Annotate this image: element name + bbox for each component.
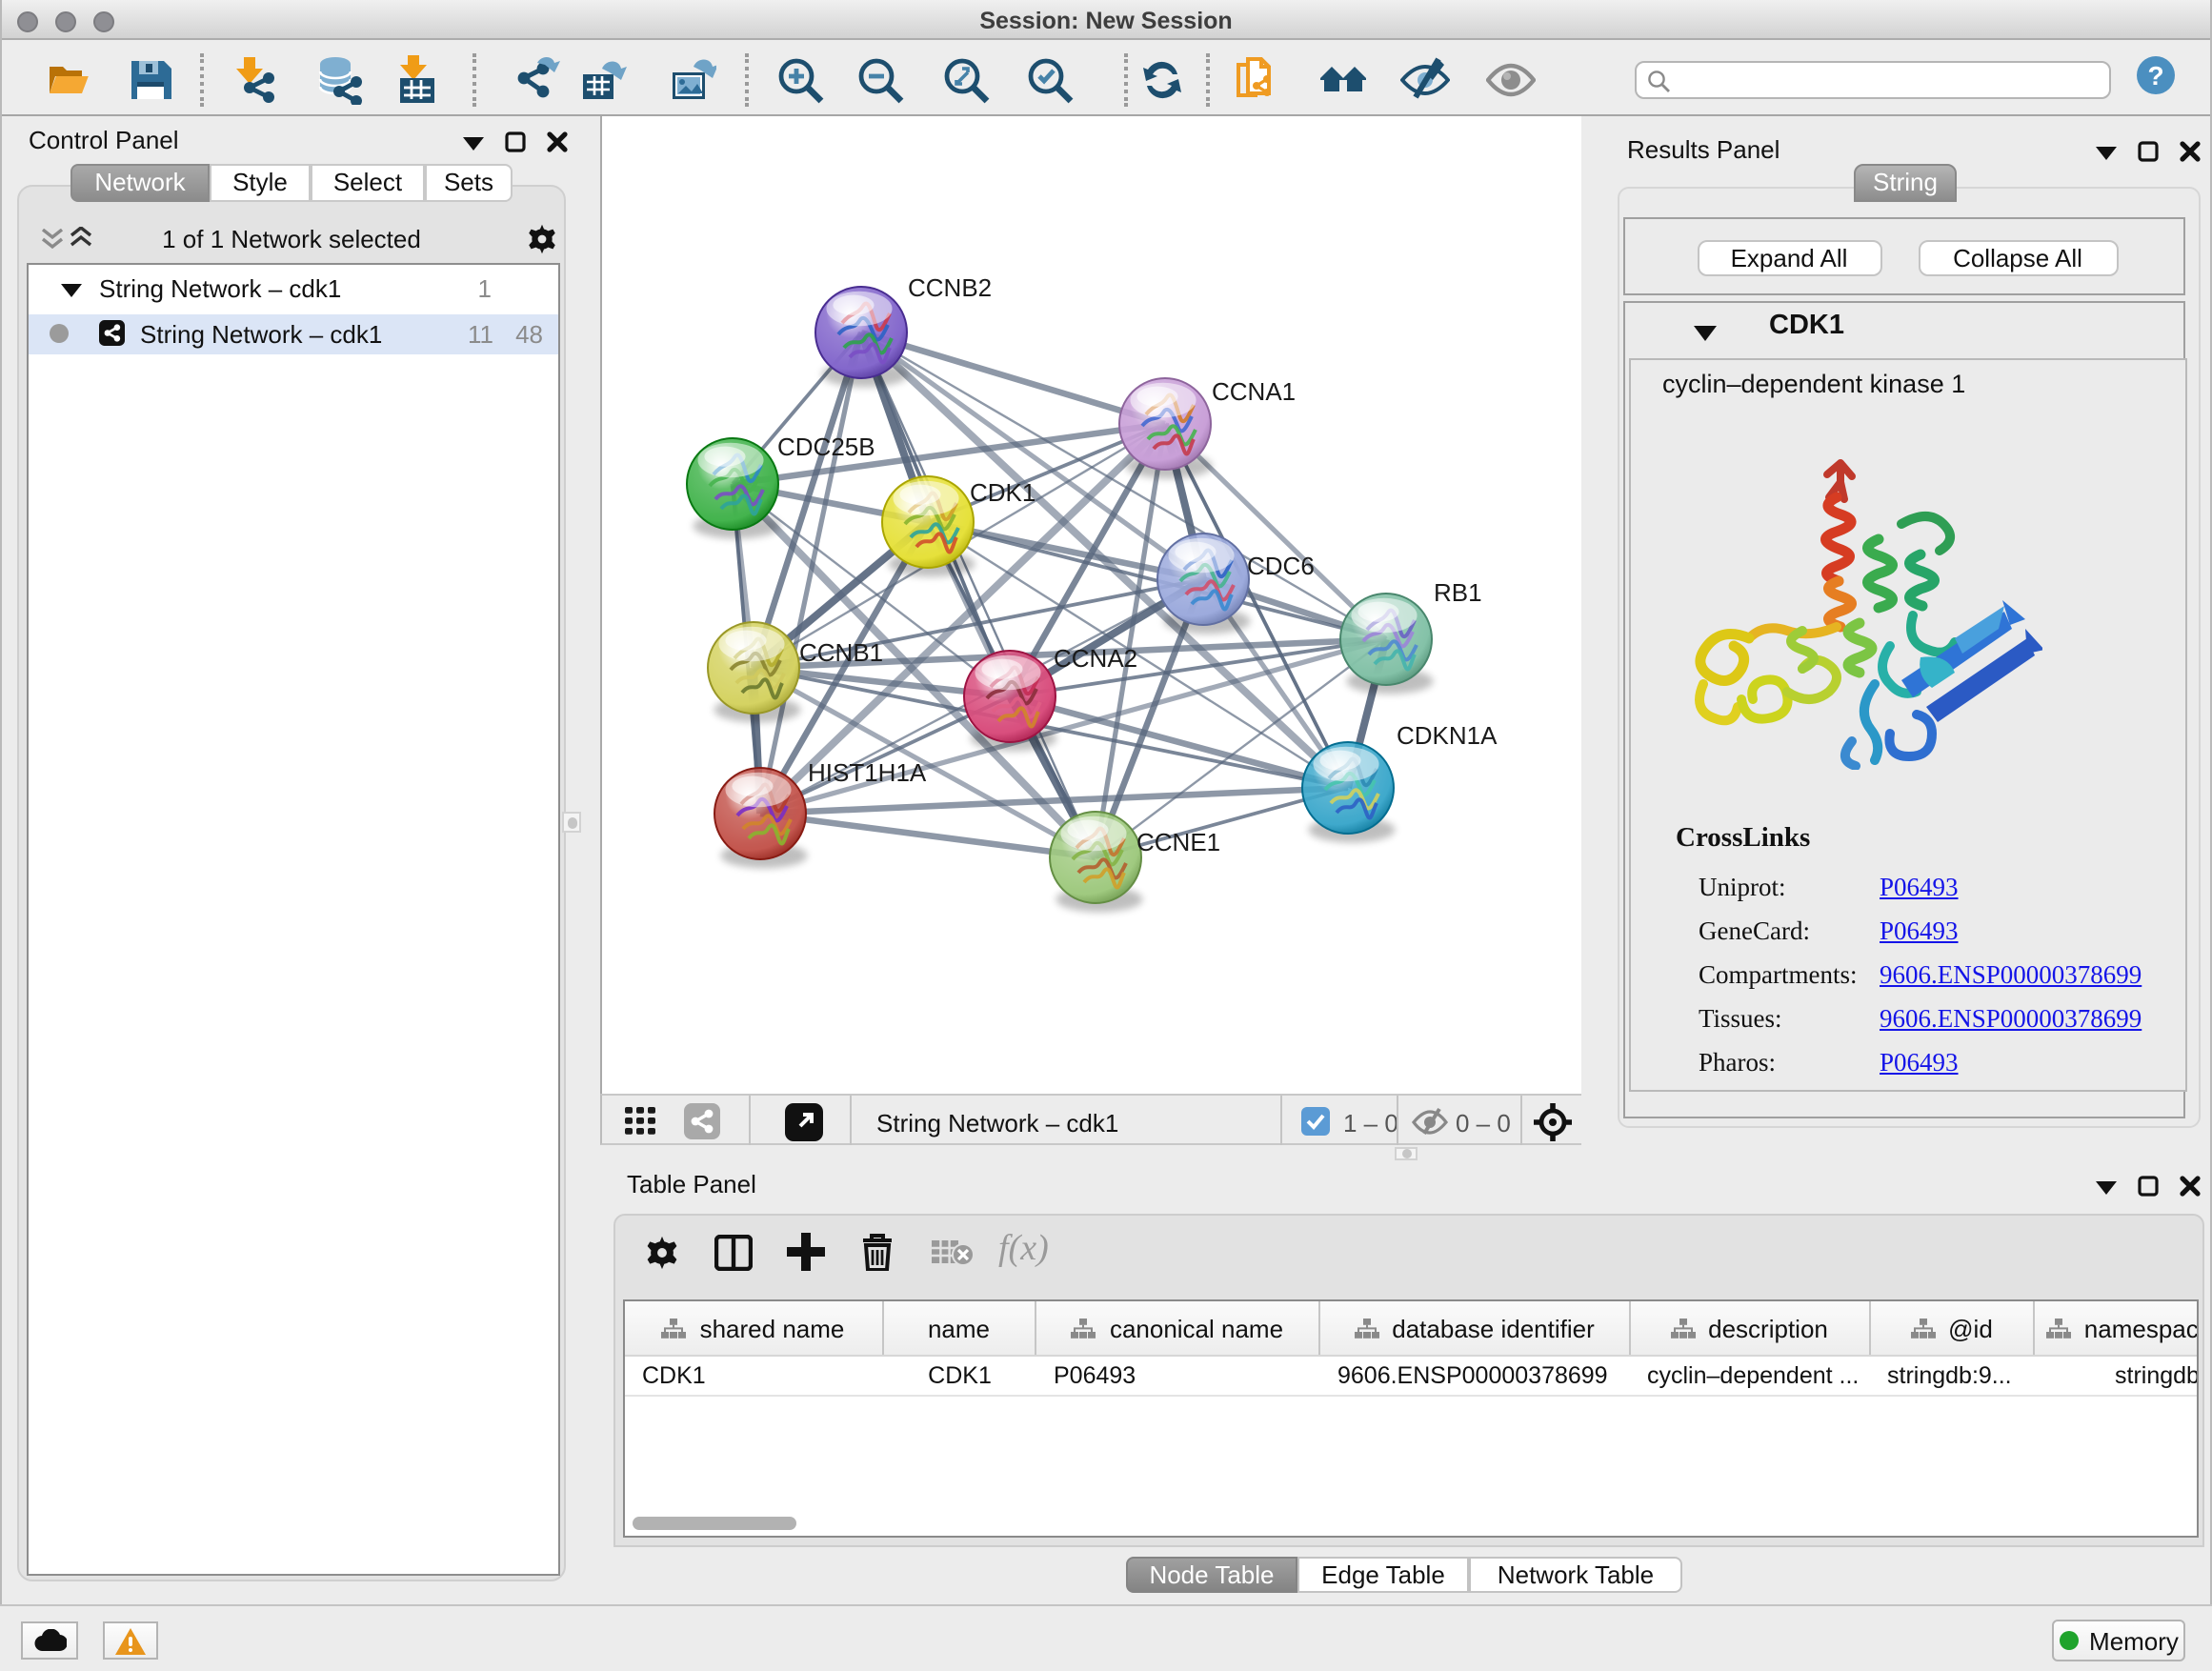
svg-text:RB1: RB1	[1434, 578, 1482, 607]
svg-text:CCNA2: CCNA2	[1054, 644, 1137, 673]
svg-text:CDK1: CDK1	[970, 478, 1036, 507]
svg-text:?: ?	[2147, 61, 2163, 91]
svg-text:HIST1H1A: HIST1H1A	[808, 758, 927, 787]
svg-text:CDKN1A: CDKN1A	[1397, 721, 1498, 750]
svg-text:CDC6: CDC6	[1247, 552, 1315, 580]
svg-text:CCNB1: CCNB1	[799, 638, 883, 667]
svg-text:CDC25B: CDC25B	[777, 433, 875, 461]
svg-text:CCNA1: CCNA1	[1212, 377, 1296, 406]
svg-text:CCNB2: CCNB2	[908, 273, 992, 302]
svg-text:CCNE1: CCNE1	[1136, 828, 1220, 856]
